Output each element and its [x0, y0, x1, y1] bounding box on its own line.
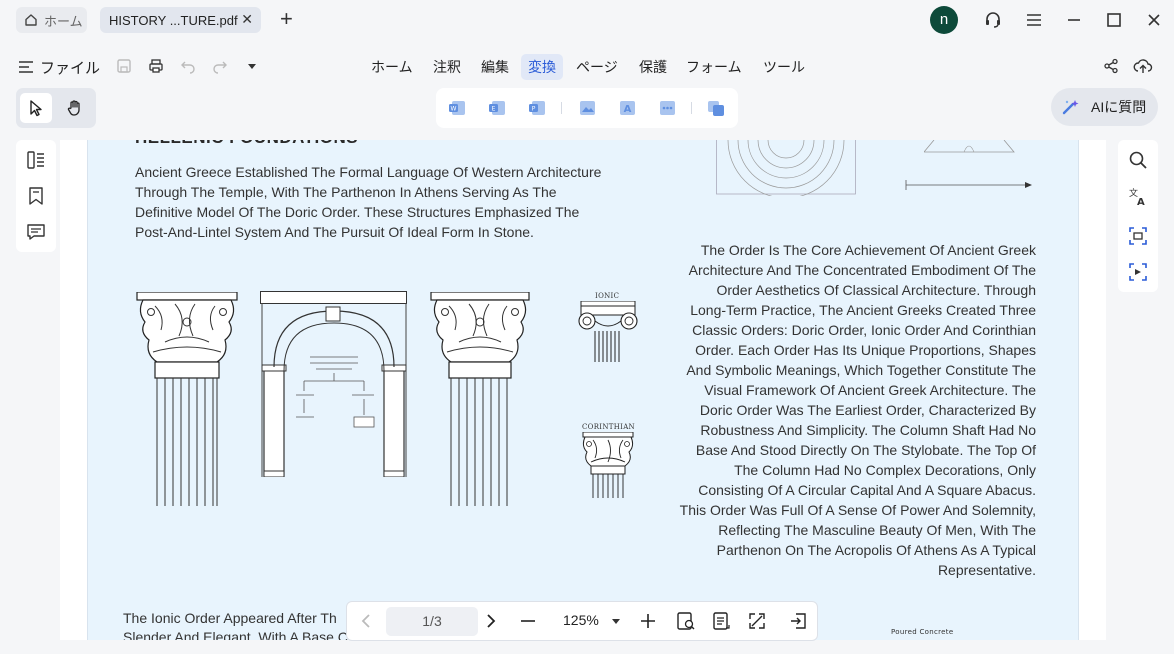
tab-document[interactable]: HISTORY ...TURE.pdf ✕ — [100, 7, 261, 33]
svg-text:E: E — [492, 106, 496, 113]
page-heading: HELLENIC FOUNDATIONS — [135, 140, 358, 148]
menu-annotate[interactable]: 注釈 — [426, 54, 468, 80]
screen-capture-icon[interactable] — [1128, 262, 1148, 282]
to-powerpoint-icon[interactable]: P — [528, 99, 548, 117]
ionic-label: IONIC — [595, 292, 620, 300]
tool-row: W E P A AIに質問 — [0, 88, 1174, 130]
ask-ai-button[interactable]: AIに質問 — [1051, 88, 1158, 126]
share-icon[interactable] — [1101, 56, 1121, 76]
paragraph-ionic-line1: The Ionic Order Appeared After Th — [123, 610, 337, 626]
right-sidebar: 文A — [1118, 140, 1158, 292]
next-page-icon[interactable] — [480, 610, 502, 632]
to-word-icon[interactable]: W — [448, 99, 468, 117]
mode-switcher — [16, 88, 96, 128]
pediment-sketch — [924, 140, 1016, 154]
menu-edit[interactable]: 編集 — [474, 54, 516, 80]
divider — [691, 102, 692, 114]
cloud-upload-icon[interactable] — [1133, 56, 1153, 76]
to-image-icon[interactable] — [577, 99, 597, 117]
corinthian-label: CORINTHIAN — [582, 423, 635, 431]
menu-convert[interactable]: 変換 — [521, 54, 563, 80]
print-icon[interactable] — [146, 56, 166, 76]
save-icon[interactable] — [114, 56, 134, 76]
file-menu-button[interactable]: ファイル — [18, 56, 100, 78]
to-excel-icon[interactable]: E — [488, 99, 508, 117]
paragraph-order: The Order Is The Core Achievement Of Anc… — [679, 242, 1036, 578]
tab-home[interactable]: ホーム — [16, 7, 87, 33]
undo-icon[interactable] — [178, 56, 198, 76]
zoom-out-icon[interactable] — [517, 610, 539, 632]
menu-bar: ファイル ホーム 注釈 編集 変換 ページ 保護 フォーム ツール — [0, 48, 1174, 86]
page-fit-icon[interactable] — [675, 610, 697, 632]
convert-toolbar: W E P A — [436, 88, 738, 128]
headset-icon[interactable] — [982, 9, 1004, 31]
arch-sketch — [716, 140, 858, 196]
tab-document-label: HISTORY ...TURE.pdf — [109, 12, 238, 28]
svg-text:A: A — [1137, 197, 1145, 206]
close-window-icon[interactable] — [1143, 9, 1165, 31]
fullscreen-icon[interactable] — [746, 610, 768, 632]
paragraph-ionic: The Ionic Order Appeared After Th Slende… — [123, 609, 363, 640]
pagination-bar: 1/3 125% — [346, 601, 818, 641]
translate-icon[interactable]: 文A — [1128, 186, 1148, 206]
pdf-page: HELLENIC FOUNDATIONS Ancient Greece Esta… — [87, 140, 1079, 640]
divider — [561, 102, 562, 114]
new-tab-button[interactable]: + — [280, 8, 293, 30]
file-menu-label: ファイル — [40, 59, 101, 77]
paragraph-hellenic: Ancient Greece Established The Formal La… — [135, 164, 602, 240]
home-icon — [24, 13, 38, 27]
ai-sparkle-icon — [1061, 98, 1081, 116]
avatar[interactable]: n — [930, 6, 958, 34]
document-canvas[interactable]: HELLENIC FOUNDATIONS Ancient Greece Esta… — [60, 140, 1106, 640]
menu-home[interactable]: ホーム — [364, 54, 420, 80]
search-icon[interactable] — [1128, 150, 1148, 170]
corinthian-capital-illustration — [581, 432, 635, 498]
minimize-icon[interactable] — [1063, 9, 1085, 31]
page-layout-icon[interactable] — [710, 610, 732, 632]
zoom-level[interactable]: 125% — [563, 612, 599, 628]
menu-page[interactable]: ページ — [569, 54, 625, 80]
previous-page-icon[interactable] — [355, 610, 377, 632]
more-formats-icon[interactable] — [657, 99, 677, 117]
menu-icon[interactable] — [1023, 9, 1045, 31]
ionic-capital-illustration — [577, 301, 639, 363]
left-sidebar — [16, 140, 56, 252]
paragraph-ionic-line2: Slender And Elegant. With A Base C — [123, 629, 348, 640]
quick-access-dropdown-icon[interactable] — [242, 56, 262, 76]
menu-protect[interactable]: 保護 — [632, 54, 674, 80]
svg-text:A: A — [624, 104, 632, 115]
hamburger-icon — [18, 60, 34, 74]
to-text-icon[interactable]: A — [617, 99, 637, 117]
comments-icon[interactable] — [26, 222, 46, 242]
zoom-dropdown-icon[interactable] — [605, 610, 627, 632]
arch-diagram-illustration — [260, 291, 408, 477]
dimension-arrow — [905, 178, 1033, 192]
tab-home-label: ホーム — [44, 13, 83, 29]
bookmark-icon[interactable] — [26, 186, 46, 206]
corinthian-column-illustration — [135, 292, 239, 508]
select-tool-icon[interactable] — [20, 93, 52, 123]
page-number-input[interactable]: 1/3 — [386, 607, 478, 636]
svg-text:P: P — [532, 106, 536, 113]
menu-tools[interactable]: ツール — [756, 54, 812, 80]
poured-concrete-label: Poured Concrete — [891, 628, 954, 636]
menu-form[interactable]: フォーム — [679, 54, 749, 80]
close-tab-icon[interactable]: ✕ — [241, 11, 253, 28]
zoom-in-icon[interactable] — [637, 610, 659, 632]
svg-text:W: W — [451, 106, 457, 113]
redo-icon[interactable] — [210, 56, 230, 76]
corinthian-column-illustration-right — [429, 292, 531, 508]
ask-ai-label: AIに質問 — [1091, 99, 1147, 115]
batch-convert-icon[interactable] — [706, 99, 726, 117]
title-bar: ホーム HISTORY ...TURE.pdf ✕ + n — [0, 0, 1174, 40]
ocr-icon[interactable] — [1128, 226, 1148, 246]
collapse-bar-icon[interactable] — [787, 610, 809, 632]
maximize-icon[interactable] — [1103, 9, 1125, 31]
thumbnails-icon[interactable] — [26, 150, 46, 170]
hand-tool-icon[interactable] — [59, 93, 91, 123]
